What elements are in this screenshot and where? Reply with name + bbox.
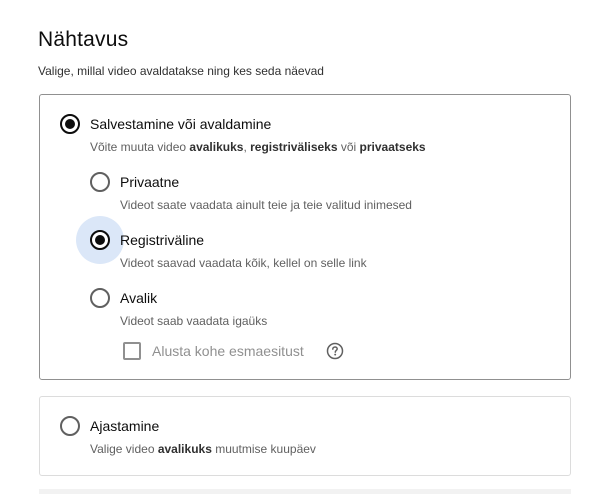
schedule-desc-prefix: Valige video bbox=[90, 442, 158, 456]
schedule-desc-bold: avalikuks bbox=[157, 442, 212, 456]
desc-private: privaatseks bbox=[359, 140, 426, 154]
private-radio[interactable] bbox=[90, 172, 110, 192]
schedule-label[interactable]: Ajastamine bbox=[90, 418, 159, 434]
schedule-card: Ajastamine Valige video avalikuks muutmi… bbox=[39, 396, 571, 476]
premiere-checkbox[interactable] bbox=[123, 342, 141, 360]
desc-public: avalikuks bbox=[189, 140, 244, 154]
schedule-radio[interactable] bbox=[60, 416, 80, 436]
private-description: Videot saate vaadata ainult teie ja teie… bbox=[120, 198, 412, 212]
desc-prefix: Võite muuta video bbox=[90, 140, 190, 154]
save-publish-card: Salvestamine või avaldamine Võite muuta … bbox=[39, 94, 571, 380]
save-publish-label[interactable]: Salvestamine või avaldamine bbox=[90, 116, 271, 132]
premiere-label[interactable]: Alusta kohe esmaesitust bbox=[152, 343, 304, 359]
save-publish-description: Võite muuta video avalikuks, registriväl… bbox=[90, 140, 426, 154]
public-radio[interactable] bbox=[90, 288, 110, 308]
section-title: Nähtavus bbox=[38, 28, 129, 51]
private-label[interactable]: Privaatne bbox=[120, 174, 179, 190]
unlisted-label[interactable]: Registriväline bbox=[120, 232, 204, 248]
public-label[interactable]: Avalik bbox=[120, 290, 157, 306]
next-card-edge bbox=[39, 489, 571, 494]
desc-unlisted: registriväliseks bbox=[250, 140, 338, 154]
desc-or: või bbox=[337, 140, 360, 154]
question-circle-icon[interactable] bbox=[326, 342, 344, 360]
schedule-description: Valige video avalikuks muutmise kuupäev bbox=[90, 442, 316, 456]
unlisted-radio[interactable] bbox=[90, 230, 110, 250]
unlisted-description: Videot saavad vaadata kõik, kellel on se… bbox=[120, 256, 367, 270]
save-publish-radio[interactable] bbox=[60, 114, 80, 134]
public-description: Videot saab vaadata igaüks bbox=[120, 314, 268, 328]
schedule-desc-suffix: muutmise kuupäev bbox=[211, 442, 316, 456]
section-subtitle: Valige, millal video avaldatakse ning ke… bbox=[38, 64, 324, 78]
